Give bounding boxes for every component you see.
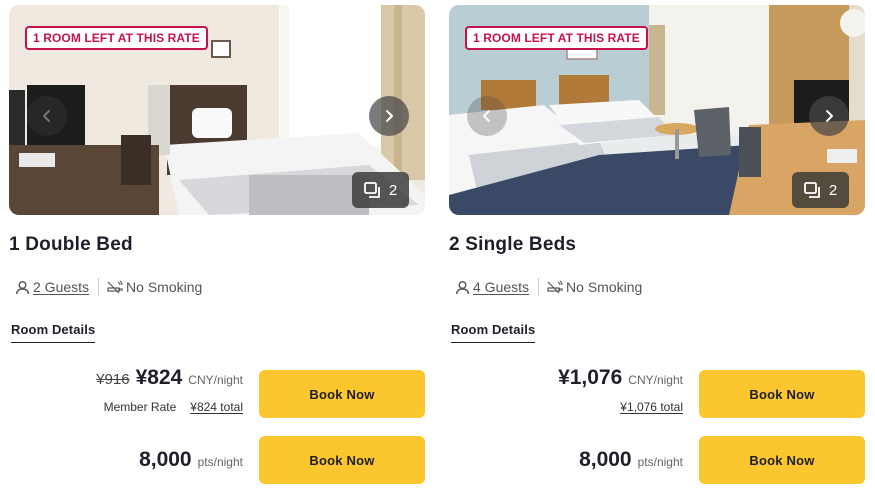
no-smoking-icon	[547, 280, 563, 294]
room-photo[interactable]: 1 ROOM LEFT AT THIS RATE 2	[449, 5, 865, 215]
photo-count-button[interactable]: 2	[792, 172, 849, 208]
rate-badge: 1 ROOM LEFT AT THIS RATE	[465, 26, 648, 50]
total-link[interactable]: ¥1,076 total	[620, 400, 683, 414]
smoking-info: No Smoking	[547, 279, 642, 295]
guests-link[interactable]: 2 Guests	[33, 279, 89, 295]
price: ¥824	[135, 366, 183, 389]
divider	[538, 278, 540, 296]
gallery-icon	[363, 182, 380, 198]
photo-count: 2	[388, 181, 398, 199]
book-now-points-button[interactable]: Book Now	[699, 436, 865, 484]
smoking-info: No Smoking	[107, 279, 202, 295]
smoking-label: No Smoking	[566, 279, 643, 295]
rate-badge: 1 ROOM LEFT AT THIS RATE	[25, 26, 208, 50]
room-card: 1 ROOM LEFT AT THIS RATE 2 2 Single Beds…	[449, 0, 866, 492]
room-card: 1 ROOM LEFT AT THIS RATE 2 1 Double Bed …	[9, 0, 426, 492]
room-photo[interactable]: 1 ROOM LEFT AT THIS RATE 2	[9, 5, 425, 215]
photo-count: 2	[828, 181, 838, 199]
points-unit: pts/night	[197, 455, 243, 469]
price-row: ¥916 ¥824 CNY/night	[96, 366, 243, 390]
price: ¥1,076	[558, 366, 623, 389]
person-icon	[15, 280, 30, 294]
points-unit: pts/night	[637, 455, 683, 469]
price-unit: CNY/night	[188, 373, 243, 387]
guests-link[interactable]: 4 Guests	[473, 279, 529, 295]
chevron-right-icon[interactable]	[809, 96, 849, 136]
points-price: 8,000	[579, 448, 632, 471]
amenities: 2 Guests No Smoking	[15, 278, 202, 296]
points-row: 8,000 pts/night	[139, 448, 243, 472]
points-row: 8,000 pts/night	[579, 448, 683, 472]
gallery-icon	[803, 182, 820, 198]
amenities: 4 Guests No Smoking	[455, 278, 642, 296]
member-rate-row: Member Rate ¥824 total	[104, 400, 243, 414]
chevron-left-icon[interactable]	[467, 96, 507, 136]
room-title: 1 Double Bed	[9, 234, 133, 255]
photo-count-button[interactable]: 2	[352, 172, 409, 208]
room-title: 2 Single Beds	[449, 234, 577, 255]
total-row: ¥1,076 total	[620, 400, 683, 414]
chevron-right-icon[interactable]	[369, 96, 409, 136]
book-now-cash-button[interactable]: Book Now	[699, 370, 865, 418]
book-now-points-button[interactable]: Book Now	[259, 436, 425, 484]
divider	[98, 278, 100, 296]
total-link[interactable]: ¥824 total	[190, 400, 243, 414]
price-row: ¥1,076 CNY/night	[558, 366, 683, 390]
original-price: ¥916	[96, 371, 130, 388]
chevron-left-icon[interactable]	[27, 96, 67, 136]
guests-info[interactable]: 2 Guests	[15, 279, 89, 295]
smoking-label: No Smoking	[126, 279, 203, 295]
room-details-link[interactable]: Room Details	[451, 322, 536, 343]
person-icon	[455, 280, 470, 294]
price-unit: CNY/night	[628, 373, 683, 387]
no-smoking-icon	[107, 280, 123, 294]
points-price: 8,000	[139, 448, 192, 471]
book-now-cash-button[interactable]: Book Now	[259, 370, 425, 418]
room-details-link[interactable]: Room Details	[11, 322, 96, 343]
guests-info[interactable]: 4 Guests	[455, 279, 529, 295]
member-rate-label: Member Rate	[103, 400, 177, 414]
